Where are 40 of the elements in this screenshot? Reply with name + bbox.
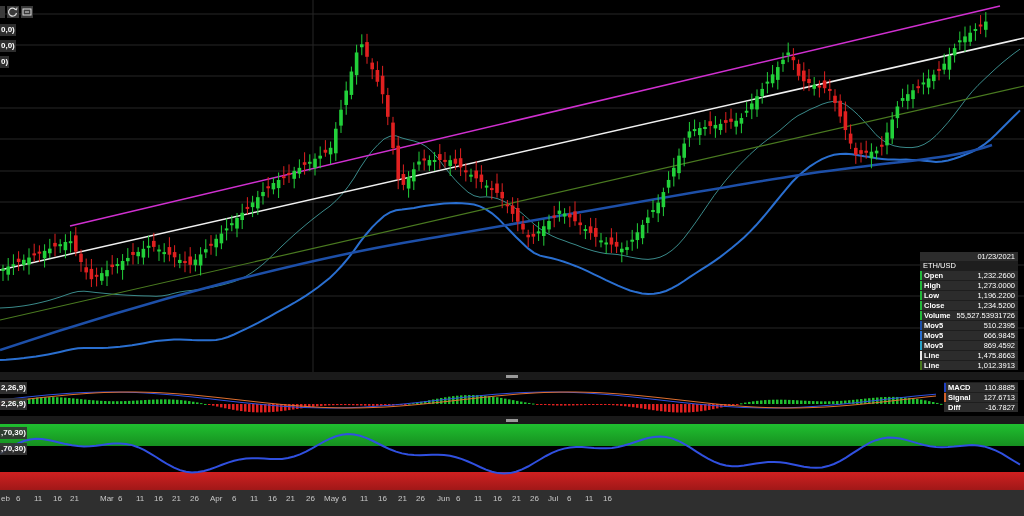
axis-label: 21 <box>70 493 79 505</box>
axis-label: 16 <box>378 493 387 505</box>
axis-label: 26 <box>416 493 425 505</box>
indicator-label: 2,26,9) <box>0 398 27 410</box>
axis-label: 16 <box>53 493 62 505</box>
axis-label: 11 <box>250 493 259 505</box>
axis-label: 21 <box>512 493 521 505</box>
indicator-label: 2,26,9) <box>0 382 27 394</box>
axis-label: 26 <box>190 493 199 505</box>
axis-label: 16 <box>493 493 502 505</box>
indicator-label: 0,0) <box>0 24 16 36</box>
indicator-label: 0) <box>0 56 10 68</box>
axis-label: 11 <box>474 493 483 505</box>
axis-label: 11 <box>136 493 145 505</box>
axis-label: 16 <box>603 493 612 505</box>
axis-label: Jun <box>437 493 450 505</box>
axis-label: Jul <box>548 493 559 505</box>
axis-label: 6 <box>232 493 237 505</box>
indicator-label: ,70,30) <box>0 427 27 439</box>
axis-label: Apr <box>210 493 223 505</box>
axis-label: 6 <box>118 493 123 505</box>
axis-label: eb <box>1 493 10 505</box>
axis-label: Mar <box>100 493 114 505</box>
axis-label: 21 <box>398 493 407 505</box>
axis-label: 11 <box>34 493 43 505</box>
axis-label: May <box>324 493 340 505</box>
axis-label: 26 <box>530 493 539 505</box>
axis-label: 6 <box>456 493 461 505</box>
axis-label: 26 <box>306 493 315 505</box>
axis-label: 16 <box>154 493 163 505</box>
axis-label: 11 <box>585 493 594 505</box>
indicator-label: 0,0) <box>0 40 16 52</box>
axis-label: 6 <box>567 493 572 505</box>
axis-label: 11 <box>360 493 369 505</box>
axis-label: 6 <box>16 493 21 505</box>
axis-label: 21 <box>172 493 181 505</box>
axis-label: 21 <box>286 493 295 505</box>
axis-label: 6 <box>342 493 347 505</box>
indicator-label: ,70,30) <box>0 443 27 455</box>
axis-label: 16 <box>268 493 277 505</box>
